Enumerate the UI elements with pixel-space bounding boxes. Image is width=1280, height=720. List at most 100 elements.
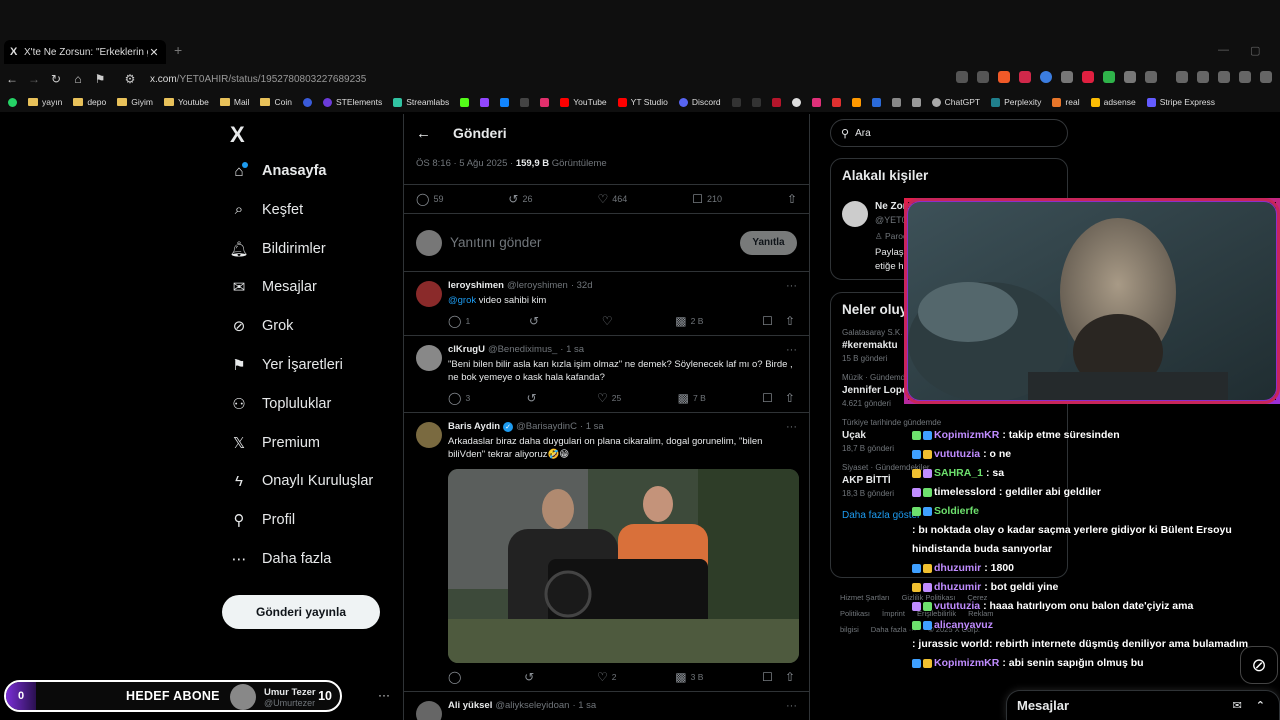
expand-icon[interactable]: ⌃ [1256,699,1265,712]
bookmark-red2[interactable] [831,97,841,107]
repost-action[interactable]: ↺ [524,670,538,684]
sidebar-item-4[interactable]: ✉ Mesajlar [230,278,317,296]
bookmark-folder-giyim[interactable]: Giyim [117,97,153,107]
like-action[interactable]: ♡ 464 [597,192,627,206]
split-view-icon[interactable] [1197,71,1209,83]
site-settings-icon[interactable]: ⚙ [120,72,140,86]
bookmark-action[interactable]: ☐ 210 [692,192,722,206]
reply-tweet[interactable]: Baris Aydin ✓ @BarisaydinC · 1 sa ··· Arkadas… [404,413,809,692]
views-action[interactable]: ▩ 3 B [675,670,703,684]
bookmark-bluesky[interactable] [500,97,510,107]
tweet-media-image[interactable] [448,469,799,663]
minimize-icon[interactable]: — [1218,44,1229,56]
account-switcher[interactable]: Umur Tezer @Umurtezer [230,684,316,710]
bookmark-folder-depo[interactable]: depo [73,97,106,107]
bookmark-chatgpt[interactable]: ChatGPT [931,97,980,107]
mention-link[interactable]: @grok [448,295,476,306]
browser-tab[interactable]: X X'te Ne Zorsun: "Erkeklerin geniş ✕ [4,40,166,64]
bookmark-r[interactable] [302,97,312,107]
brave-rewards-icon[interactable] [1019,71,1031,83]
sidebar-toggle-icon[interactable] [1145,71,1157,83]
bookmark-tiktok-s[interactable] [751,97,761,107]
wallet-icon[interactable] [1218,71,1230,83]
share-action[interactable]: ⇧ [787,192,797,206]
brave-shield-icon[interactable] [998,71,1010,83]
sidebar-item-10[interactable]: ⚲ Profil [230,511,296,529]
x-logo[interactable]: X [230,122,245,148]
views-action[interactable]: ▩ 7 B [678,391,706,405]
avatar[interactable] [416,701,442,720]
bookmark-twitch[interactable] [480,97,490,107]
sidebar-item-11[interactable]: ⋯ Daha fazla [230,550,332,568]
tweet-author-name[interactable]: Ali yüksel [448,700,492,711]
more-options-icon[interactable]: ··· [786,344,797,356]
share-icon[interactable]: ⇧ [785,670,795,684]
compose-message-icon[interactable]: ✉ [1233,699,1242,712]
avatar[interactable] [416,281,442,307]
bookmark-kick[interactable] [460,97,470,107]
bookmark-youtube[interactable]: YouTube [560,97,607,107]
more-options-icon[interactable]: ··· [786,700,797,712]
forward-arrow-icon[interactable]: → [24,72,44,86]
tweet-author-name[interactable]: leroyshimen [448,280,504,291]
bookmark-pink[interactable] [811,97,821,107]
bookmark-blue[interactable] [871,97,881,107]
account-more-icon[interactable]: ··· [378,688,390,702]
sidebar-item-8[interactable]: 𝕏 Premium [230,434,320,452]
bookmark-whatsapp[interactable] [8,97,17,107]
bookmark-adsense[interactable]: adsense [1090,97,1136,107]
share-icon[interactable]: ⇧ [785,391,795,405]
bookmark-circle[interactable] [791,97,801,107]
footer-link[interactable]: Daha fazla ··· [871,625,916,634]
bookmark-amazon[interactable] [851,97,861,107]
more-options-icon[interactable]: ··· [786,421,797,433]
bookmark-discord[interactable]: Discord [678,97,721,107]
views-action[interactable]: ▩ 2 B [675,314,703,328]
reply-tweet[interactable]: leroyshimen @leroyshimen · 32d ··· @grok vid… [404,272,809,336]
sidebar-item-2[interactable]: ⌕ Keşfet [230,201,303,219]
new-tab-button[interactable]: + [174,42,182,58]
avatar[interactable] [842,201,868,227]
maximize-icon[interactable]: ▢ [1250,44,1260,57]
back-arrow-icon[interactable]: ← [2,72,22,86]
footer-link[interactable]: Hizmet Şartları [840,593,890,602]
like-action[interactable]: ♡ [602,314,617,328]
bookmark-page-icon[interactable]: ⚑ [90,72,110,86]
bookmark-icon[interactable]: ☐ [762,391,773,405]
search-input[interactable]: ⚲ Ara [830,119,1068,147]
bookmark-grey2[interactable] [911,97,921,107]
back-arrow-icon[interactable]: ← [416,125,431,142]
bookmark-grey[interactable] [891,97,901,107]
extension-green-icon[interactable] [1103,71,1115,83]
share-icon[interactable]: ⇧ [785,314,795,328]
bookmark-icon[interactable]: ☐ [762,670,773,684]
reply-action[interactable]: ◯ 1 [448,314,470,328]
url-field[interactable]: x.com/YET0AHIR/status/195278080322768923… [150,74,366,85]
sidebar-item-3[interactable]: 🔔︎ Bildirimler [229,240,325,258]
post-button[interactable]: Gönderi yayınla [222,595,380,629]
reply-action[interactable]: ◯ [448,670,465,684]
sidebar-item-5[interactable]: ⊘ Grok [230,317,294,335]
extensions-puzzle-icon[interactable] [1124,71,1136,83]
messages-drawer[interactable]: Mesajlar ✉ ⌃ [1006,690,1280,720]
reply-input[interactable]: Yanıtını gönder [450,235,740,250]
bookmark-instagram[interactable] [540,97,550,107]
bookmark-stripe[interactable]: Stripe Express [1146,97,1215,107]
bookmark-stelements[interactable]: STElements [322,97,382,107]
music-icon[interactable] [1176,71,1188,83]
vpn-icon[interactable] [1260,71,1272,83]
leo-ai-icon[interactable] [1239,71,1251,83]
sidebar-item-1[interactable]: ⌂ Anasayfa [230,162,326,180]
avatar[interactable] [416,345,442,371]
reply-action[interactable]: ◯ 3 [448,391,470,405]
more-options-icon[interactable]: ··· [786,280,797,292]
screenshot-icon[interactable] [956,71,968,83]
bookmark-perplexity[interactable]: Perplexity [991,97,1041,107]
extension-blue-icon[interactable] [1040,71,1052,83]
grok-floating-button[interactable]: ⊘ [1240,646,1278,684]
bookmark-red[interactable] [771,97,781,107]
bookmark-x[interactable] [520,97,530,107]
bookmark-folder-youtube[interactable]: Youtube [163,97,209,107]
reply-action[interactable]: ◯ 59 [416,192,443,206]
reload-icon[interactable]: ↻ [46,72,66,86]
